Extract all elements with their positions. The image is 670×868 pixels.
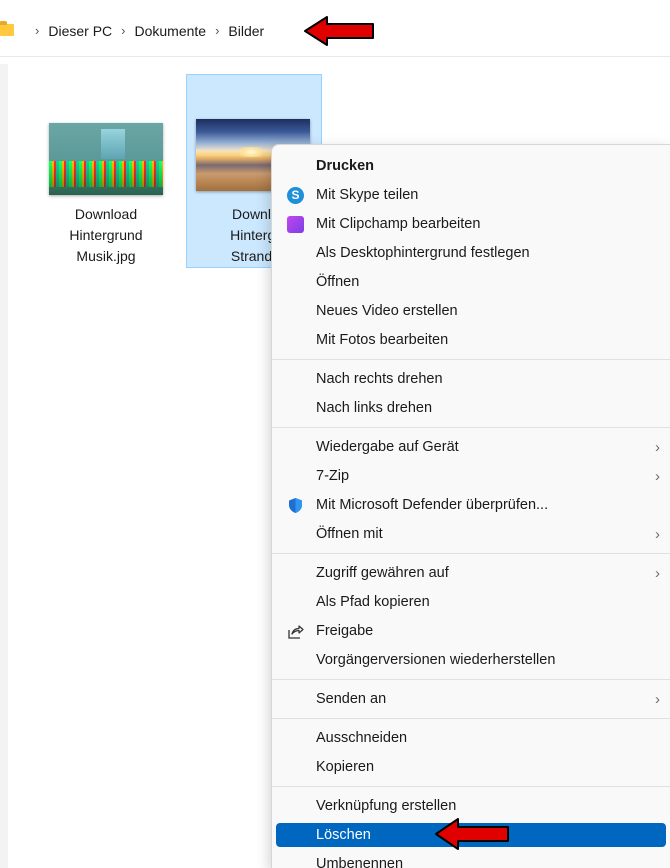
file-explorer-window: › Dieser PC › Dokumente › Bilder Downloa… <box>0 0 670 868</box>
menu-item-nach-rechts-drehen[interactable]: Nach rechts drehen <box>276 366 666 393</box>
file-name: Download Hintergrund Musik.jpg <box>69 206 143 264</box>
image-thumbnail <box>49 123 163 195</box>
chevron-right-icon: › <box>35 22 40 38</box>
share-icon <box>287 623 304 640</box>
breadcrumb: › Dieser PC › Dokumente › Bilder <box>26 21 264 41</box>
menu-item-wiedergabe-auf-geraet[interactable]: Wiedergabe auf Gerät › <box>276 434 666 461</box>
chevron-right-icon: › <box>655 526 660 543</box>
chevron-right-icon: › <box>655 565 660 582</box>
clipchamp-icon <box>287 216 304 233</box>
chevron-right-icon: › <box>655 439 660 456</box>
menu-item-mit-skype-teilen[interactable]: S Mit Skype teilen <box>276 182 666 209</box>
menu-item-umbenennen[interactable]: Umbenennen <box>276 851 666 868</box>
menu-separator <box>272 718 670 719</box>
menu-item-als-pfad-kopieren[interactable]: Als Pfad kopieren <box>276 589 666 616</box>
menu-separator <box>272 679 670 680</box>
file-item-download-hintergrund-musik[interactable]: Download Hintergrund Musik.jpg <box>38 74 174 268</box>
menu-item-7-zip[interactable]: 7-Zip › <box>276 463 666 490</box>
menu-separator <box>272 786 670 787</box>
menu-item-als-desktophintergrund[interactable]: Als Desktophintergrund festlegen <box>276 240 666 267</box>
context-menu: Drucken S Mit Skype teilen Mit Clipchamp… <box>271 144 670 868</box>
menu-separator <box>272 359 670 360</box>
breadcrumb-item-dokumente[interactable]: Dokumente <box>134 23 206 39</box>
chevron-right-icon: › <box>655 691 660 708</box>
menu-item-senden-an[interactable]: Senden an › <box>276 686 666 713</box>
menu-item-zugriff-gewaehren-auf[interactable]: Zugriff gewähren auf › <box>276 560 666 587</box>
menu-item-vorgaengerversionen[interactable]: Vorgängerversionen wiederherstellen <box>276 647 666 674</box>
folder-icon <box>0 21 14 36</box>
chevron-right-icon: › <box>655 468 660 485</box>
menu-item-neues-video-erstellen[interactable]: Neues Video erstellen <box>276 298 666 325</box>
menu-item-mit-fotos-bearbeiten[interactable]: Mit Fotos bearbeiten <box>276 327 666 354</box>
menu-item-freigabe[interactable]: Freigabe <box>276 618 666 645</box>
defender-shield-icon <box>287 497 304 514</box>
breadcrumb-item-dieser-pc[interactable]: Dieser PC <box>48 23 112 39</box>
menu-item-nach-links-drehen[interactable]: Nach links drehen <box>276 395 666 422</box>
menu-item-oeffnen-mit[interactable]: Öffnen mit › <box>276 521 666 548</box>
skype-icon: S <box>287 187 304 204</box>
menu-separator <box>272 427 670 428</box>
menu-item-microsoft-defender[interactable]: Mit Microsoft Defender überprüfen... <box>276 492 666 519</box>
chevron-right-icon: › <box>215 22 220 38</box>
chevron-right-icon: › <box>121 22 126 38</box>
menu-item-oeffnen[interactable]: Öffnen <box>276 269 666 296</box>
red-arrow-annotation <box>435 818 509 850</box>
menu-item-kopieren[interactable]: Kopieren <box>276 754 666 781</box>
red-arrow-annotation <box>304 16 374 46</box>
menu-item-mit-clipchamp-bearbeiten[interactable]: Mit Clipchamp bearbeiten <box>276 211 666 238</box>
menu-separator <box>272 553 670 554</box>
navigation-pane-edge <box>0 64 8 868</box>
menu-item-drucken[interactable]: Drucken <box>276 153 666 180</box>
menu-item-ausschneiden[interactable]: Ausschneiden <box>276 725 666 752</box>
breadcrumb-item-bilder[interactable]: Bilder <box>228 23 264 39</box>
